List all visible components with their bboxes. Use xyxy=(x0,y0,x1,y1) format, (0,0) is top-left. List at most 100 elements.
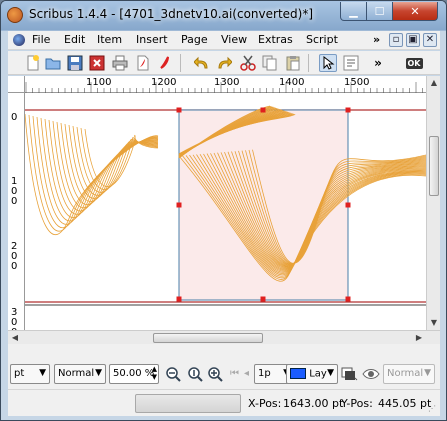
scribus-app-icon xyxy=(7,7,23,23)
resize-handle[interactable] xyxy=(176,202,182,208)
vertical-ruler[interactable]: 0 1 0 0 2 0 0 3 0 0 xyxy=(8,93,25,338)
resize-handle[interactable] xyxy=(176,107,182,113)
wire-curve xyxy=(76,126,159,193)
scroll-up-icon[interactable]: ▲ xyxy=(427,76,440,90)
ruler-label: 1400 xyxy=(279,77,305,88)
close-document-icon[interactable] xyxy=(88,54,106,72)
copy-icon[interactable] xyxy=(261,54,279,72)
text-frame-tool-icon[interactable] xyxy=(342,54,360,72)
layer-select[interactable]: Lay ▼ xyxy=(286,364,338,384)
chevron-down-icon: ▼ xyxy=(95,368,102,378)
close-icon: ✕ xyxy=(410,4,420,18)
resize-handle[interactable] xyxy=(345,107,351,113)
scroll-right-icon[interactable]: ▶ xyxy=(412,331,426,344)
vruler-digit: 0 xyxy=(11,196,18,207)
redo-icon[interactable] xyxy=(215,54,233,72)
ruler-label: 1200 xyxy=(151,77,177,88)
menu-view[interactable]: View xyxy=(221,33,247,46)
title-bar[interactable]: Scribus 1.4.4 - [4701_3dnetv10.ai(conver… xyxy=(1,1,446,30)
menu-item[interactable]: Item xyxy=(97,33,122,46)
xpos-value: 1643.00 pt xyxy=(283,397,344,410)
resize-handle[interactable] xyxy=(345,296,351,302)
horizontal-scroll-thumb[interactable] xyxy=(153,333,263,343)
resize-handle[interactable] xyxy=(176,296,182,302)
resize-handle[interactable] xyxy=(260,296,266,302)
new-document-icon[interactable] xyxy=(24,54,42,72)
minimize-button[interactable]: ▁ xyxy=(340,2,367,21)
close-button[interactable]: ✕ xyxy=(393,2,438,21)
vruler-digit: 2 xyxy=(11,241,18,252)
window-title: Scribus 1.4.4 - [4701_3dnetv10.ai(conver… xyxy=(29,7,314,21)
vertical-scroll-thumb[interactable] xyxy=(429,136,439,196)
ypos-value: 445.05 pt xyxy=(378,397,432,410)
chevron-down-icon: ▼ xyxy=(39,368,46,378)
horizontal-ruler[interactable]: 1100 1200 1300 1400 1500 xyxy=(8,76,440,93)
zoom-out-icon[interactable] xyxy=(165,366,181,382)
wire-curve xyxy=(36,116,159,225)
toolbar-separator xyxy=(180,54,181,72)
horizontal-scrollbar[interactable]: ◀ ▶ xyxy=(8,330,440,344)
zoom-100-icon[interactable] xyxy=(187,366,203,382)
export-pdf-red-icon[interactable] xyxy=(156,54,174,72)
document-system-icon[interactable] xyxy=(13,34,25,46)
vruler-digit: 3 xyxy=(11,307,18,318)
main-toolbar: » OK xyxy=(8,51,440,75)
zoom-spinner-icon[interactable]: ▲ ▼ xyxy=(152,365,157,381)
toolbar-separator xyxy=(308,54,309,72)
progress-bar xyxy=(135,394,241,413)
ypos-label: Y-Pos: xyxy=(341,397,373,410)
maximize-icon: ☐ xyxy=(374,4,385,18)
ok-icon[interactable]: OK xyxy=(404,54,424,72)
vruler-digit: 0 xyxy=(11,112,18,123)
vruler-digit: 0 xyxy=(11,317,18,328)
unit-select[interactable]: pt ▼ xyxy=(10,364,50,384)
maximize-button[interactable]: ☐ xyxy=(367,2,393,21)
vertical-scrollbar[interactable]: ▲ ▼ xyxy=(426,76,440,330)
preview-select[interactable]: Normal ▼ xyxy=(383,364,435,384)
ruler-label: 1500 xyxy=(344,77,370,88)
zoom-in-icon[interactable] xyxy=(207,366,223,382)
document-canvas[interactable]: 1100 1200 1300 1400 1500 0 1 0 0 2 0 0 3… xyxy=(8,76,440,344)
paste-icon[interactable] xyxy=(284,54,302,72)
scroll-down-icon[interactable]: ▼ xyxy=(427,316,440,330)
menu-insert[interactable]: Insert xyxy=(136,33,168,46)
vruler-digit: 0 xyxy=(11,251,18,262)
resize-handle[interactable] xyxy=(260,107,266,113)
open-icon[interactable] xyxy=(44,54,62,72)
mdi-minimize-icon[interactable]: ▫ xyxy=(389,33,403,47)
zoom-input[interactable]: 50.00 % ▲ ▼ xyxy=(109,364,159,384)
mdi-close-icon[interactable]: ✕ xyxy=(423,33,437,47)
minimize-icon: ▁ xyxy=(349,4,358,18)
menu-extras[interactable]: Extras xyxy=(258,33,293,46)
undo-icon[interactable] xyxy=(193,54,211,72)
mdi-restore-icon[interactable]: ▣ xyxy=(406,33,420,47)
cut-icon[interactable] xyxy=(239,54,257,72)
canvas-footer-spacer xyxy=(8,344,440,359)
menu-file[interactable]: File xyxy=(32,33,50,46)
menu-edit[interactable]: Edit xyxy=(64,33,85,46)
status-bar: X-Pos: 1643.00 pt Y-Pos: 445.05 pt ⋰ xyxy=(8,389,440,416)
mode-select[interactable]: Normal ▼ xyxy=(54,364,106,384)
view-toolbar: pt▼ Normal▼ 50.00 % ▲▼ ⏮ ◂ 1p▼ Lay▼ Norm… xyxy=(8,359,440,389)
menu-overflow-chevron-icon[interactable]: » xyxy=(373,33,380,46)
select-tool-icon[interactable] xyxy=(319,54,337,72)
menu-script[interactable]: Script xyxy=(306,33,338,46)
zoom-value: 50.00 % xyxy=(113,368,155,379)
resize-handle[interactable] xyxy=(345,202,351,208)
toolbar-overflow-chevron-icon[interactable]: » xyxy=(369,54,387,72)
preview-value: Normal xyxy=(387,368,424,379)
resize-grip-icon[interactable]: ⋰ xyxy=(428,404,436,413)
ruler-label: 1100 xyxy=(86,77,112,88)
export-pdf-icon[interactable] xyxy=(134,54,152,72)
chevron-down-icon: ▼ xyxy=(327,368,334,378)
menu-page[interactable]: Page xyxy=(181,33,208,46)
print-icon[interactable] xyxy=(111,54,129,72)
save-icon[interactable] xyxy=(66,54,84,72)
vruler-digit: 0 xyxy=(11,261,18,272)
xpos-label: X-Pos: xyxy=(248,397,282,410)
wire-curve xyxy=(24,113,159,236)
menu-bar: File Edit Item Insert Page View Extras S… xyxy=(8,31,440,50)
visual-appearance-eye-icon[interactable] xyxy=(362,366,380,382)
preview-mode-icon[interactable] xyxy=(341,366,358,382)
scroll-left-icon[interactable]: ◀ xyxy=(8,331,22,344)
